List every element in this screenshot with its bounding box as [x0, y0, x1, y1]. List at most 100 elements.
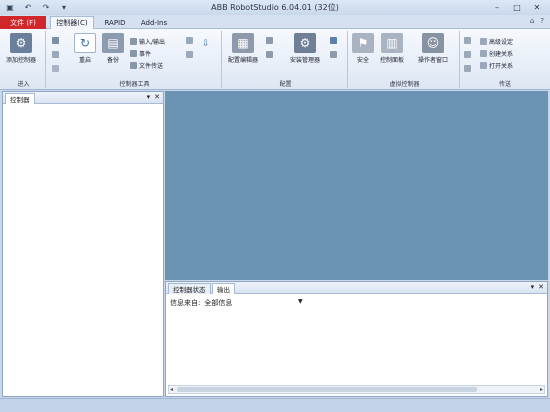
operator-window-icon: ☺	[422, 33, 444, 53]
tab-output[interactable]: 输出	[212, 283, 235, 294]
close-icon[interactable]: ✕	[528, 1, 546, 13]
tab-file[interactable]: 文件 (F)	[0, 16, 46, 29]
horizontal-scrollbar[interactable]: ◂ ▸	[168, 385, 545, 394]
help-icon[interactable]: ?	[540, 17, 544, 25]
operator-window-label: 操作者窗口	[418, 57, 449, 64]
config-editor-icon: ▦	[232, 33, 254, 53]
config-small-button-3[interactable]	[330, 37, 337, 44]
create-relation-button[interactable]: 创建关系	[480, 49, 513, 58]
close-panel-icon[interactable]: ✕	[154, 93, 160, 101]
list-icon	[266, 51, 273, 58]
document-icon	[266, 37, 273, 44]
advanced-settings-label: 高级设定	[489, 39, 514, 46]
add-controller-label: 添加控制器	[6, 57, 37, 64]
tab-controller[interactable]: 控制器(C)	[50, 16, 94, 29]
transfer-small-button-3[interactable]	[464, 65, 471, 72]
group-configuration-label: 配置	[279, 81, 292, 88]
output-panel: 控制器状态 输出 ▾ ✕ 信息来自: 全部信息 ▼ ◂ ▸	[165, 281, 548, 397]
control-panel-label: 控制面板	[380, 57, 405, 64]
view-button[interactable]	[186, 51, 193, 58]
ribbon-minimize-icon[interactable]: ⌂	[530, 17, 534, 25]
group-transfer: 高级设定 创建关系 打开关系 传送	[462, 31, 548, 88]
controller-panel-header: 控制器 ▾ ✕	[3, 92, 163, 104]
pen-icon	[52, 37, 59, 44]
advanced-settings-button[interactable]: 高级设定	[480, 37, 513, 46]
tab-addins[interactable]: Add-Ins	[136, 16, 172, 29]
group-virtual-controller: ⚑ 安全 ▥ 控制面板 ☺ 操作者窗口 虚拟控制器	[350, 31, 460, 88]
grid-icon	[330, 51, 337, 58]
open-relation-label: 打开关系	[489, 63, 514, 70]
safety-button[interactable]: ⚑ 安全	[352, 33, 374, 64]
ribbon-tab-row: 文件 (F) 控制器(C) RAPID Add-Ins ⌂ ?	[0, 15, 550, 29]
link-icon	[464, 65, 471, 72]
properties-button[interactable]	[186, 37, 193, 44]
settings-icon	[480, 38, 487, 45]
config-editor-label: 配置编辑器	[228, 57, 259, 64]
edit-icon	[52, 65, 59, 72]
chevron-down-icon[interactable]: ▼	[298, 298, 303, 305]
download-icon: ⇩	[202, 39, 210, 49]
restart-button[interactable]: ↻ 重启	[74, 33, 96, 64]
maximize-icon[interactable]: □	[508, 1, 526, 13]
properties-icon	[186, 37, 193, 44]
restart-label: 重启	[78, 57, 91, 64]
installation-manager-button[interactable]: ⚙ 安装管理器	[290, 33, 320, 64]
robot-icon	[330, 37, 337, 44]
transfer-small-button-2[interactable]	[464, 51, 471, 58]
config-editor-button[interactable]: ▦ 配置编辑器	[228, 33, 258, 64]
lock-tool-button[interactable]	[52, 51, 59, 58]
output-panel-tabs: 控制器状态 输出 ▾ ✕	[166, 282, 547, 294]
group-enter-label: 进入	[17, 81, 30, 88]
file-transfer-icon	[130, 62, 137, 69]
config-small-button-4[interactable]	[330, 51, 337, 58]
group-virtual-controller-label: 虚拟控制器	[389, 81, 420, 88]
scrollbar-thumb[interactable]	[177, 387, 477, 392]
output-close-icon[interactable]: ✕	[538, 283, 544, 291]
transfer-small-button-1[interactable]	[464, 37, 471, 44]
tab-controller-status[interactable]: 控制器状态	[168, 283, 211, 294]
lock-icon	[52, 51, 59, 58]
document-area	[165, 91, 548, 280]
edit-tool-button[interactable]	[52, 65, 59, 72]
events-label: 事件	[139, 51, 152, 58]
io-button[interactable]: 输入/输出	[130, 37, 165, 46]
window-controls: – □ ✕	[488, 1, 546, 13]
file-transfer-label: 文件传送	[139, 63, 164, 70]
tab-controller-panel[interactable]: 控制器	[5, 93, 35, 104]
backup-label: 备份	[106, 57, 119, 64]
file-transfer-button[interactable]: 文件传送	[130, 61, 163, 70]
control-panel-button[interactable]: ▥ 控制面板	[380, 33, 404, 64]
ribbon: ⚙ 添加控制器 进入 ↻ 重启 ▤ 备份 输入/输出 事件 文件传送 ⇩ 控制器…	[0, 29, 550, 90]
scroll-left-icon[interactable]: ◂	[170, 386, 173, 393]
pin-icon[interactable]: ▾	[147, 93, 151, 101]
scroll-right-icon[interactable]: ▸	[540, 386, 543, 393]
download-button[interactable]: ⇩	[202, 39, 210, 49]
group-controller-tools: ↻ 重启 ▤ 备份 输入/输出 事件 文件传送 ⇩ 控制器工具	[48, 31, 222, 88]
config-small-button-1[interactable]	[266, 37, 273, 44]
message-filter-row: 信息来自: 全部信息	[170, 298, 232, 308]
installation-manager-label: 安装管理器	[290, 57, 321, 64]
filter-select[interactable]: 全部信息	[204, 298, 232, 308]
open-relation-icon	[480, 62, 487, 69]
title-bar: ▣ ↶ ↷ ▾ ABB RobotStudio 6.04.01 (32位) – …	[0, 0, 550, 15]
group-transfer-label: 传送	[498, 81, 511, 88]
events-button[interactable]: 事件	[130, 49, 151, 58]
events-icon	[130, 50, 137, 57]
operator-window-button[interactable]: ☺ 操作者窗口	[418, 33, 448, 64]
open-relation-button[interactable]: 打开关系	[480, 61, 513, 70]
tab-rapid[interactable]: RAPID	[98, 16, 132, 29]
minimize-icon[interactable]: –	[488, 1, 506, 13]
add-controller-button[interactable]: ⚙ 添加控制器	[6, 33, 36, 64]
safety-icon: ⚑	[352, 33, 374, 53]
config-small-button-2[interactable]	[266, 51, 273, 58]
output-pin-icon[interactable]: ▾	[531, 283, 535, 291]
controller-add-icon: ⚙	[10, 33, 32, 53]
pen-tool-button[interactable]	[52, 37, 59, 44]
controller-panel: 控制器 ▾ ✕	[2, 91, 164, 397]
group-configuration: ▦ 配置编辑器 ⚙ 安装管理器 配置	[224, 31, 348, 88]
group-enter: ⚙ 添加控制器 进入	[2, 31, 46, 88]
filter-label: 信息来自:	[170, 299, 201, 307]
output-panel-controls: ▾ ✕	[531, 283, 544, 291]
transfer-icon	[464, 37, 471, 44]
backup-button[interactable]: ▤ 备份	[102, 33, 124, 64]
